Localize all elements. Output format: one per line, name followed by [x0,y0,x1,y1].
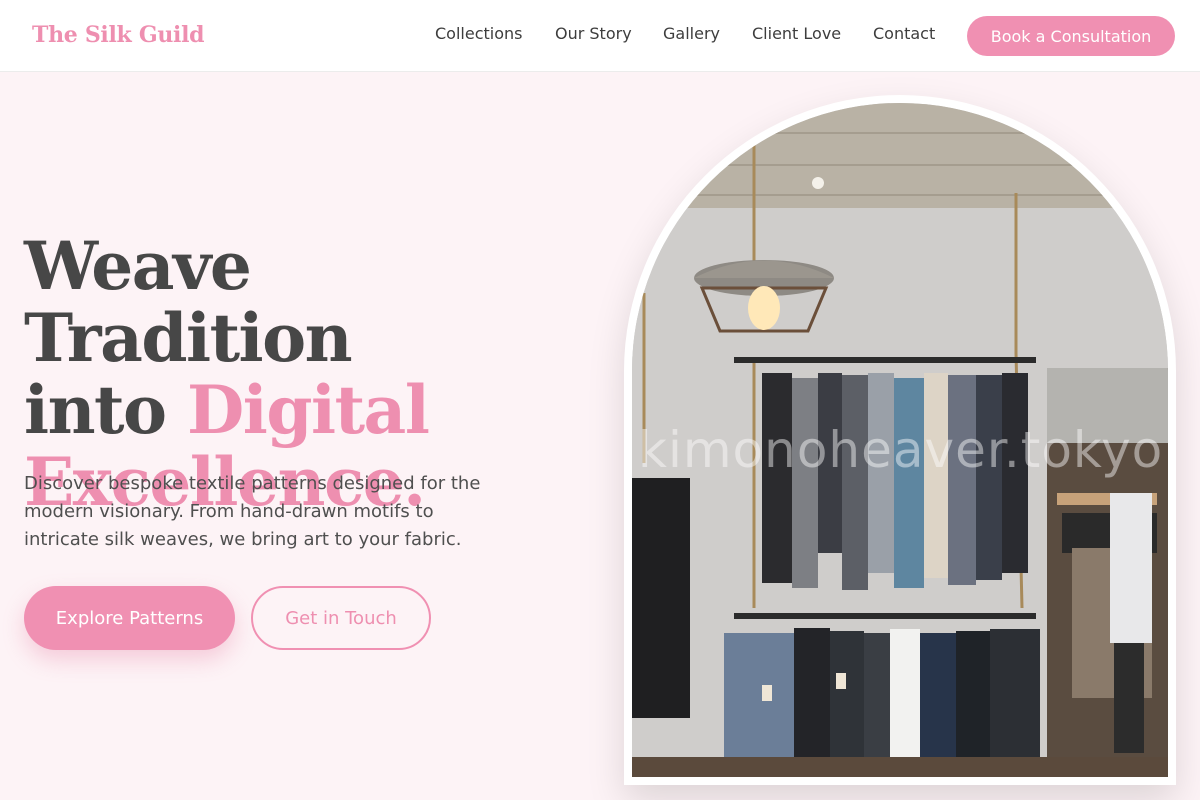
hero-description: Discover bespoke textile patterns design… [24,473,481,550]
hero-heading-line-1: Weave Tradition [24,227,353,377]
nav-link-gallery[interactable]: Gallery [663,24,720,43]
nav-link-our-story[interactable]: Our Story [555,24,632,43]
hero-image-frame: kimonoheaver.tokyo [624,95,1176,785]
top-nav-bar: The Silk Guild Collections Our Story Gal… [0,0,1200,72]
book-consultation-button[interactable]: Book a Consultation [967,16,1175,56]
get-in-touch-button[interactable]: Get in Touch [251,586,431,650]
nav-link-collections[interactable]: Collections [435,24,522,43]
brand-logo[interactable]: The Silk Guild [32,22,205,48]
image-watermark: kimonoheaver.tokyo [638,421,1164,479]
explore-patterns-button[interactable]: Explore Patterns [24,586,235,650]
nav-link-client-love[interactable]: Client Love [752,24,841,43]
hero-heading-into: into [24,371,188,449]
hero-image: kimonoheaver.tokyo [632,103,1168,777]
hero-heading-accent: Digital [187,371,430,449]
nav-link-contact[interactable]: Contact [873,24,935,43]
